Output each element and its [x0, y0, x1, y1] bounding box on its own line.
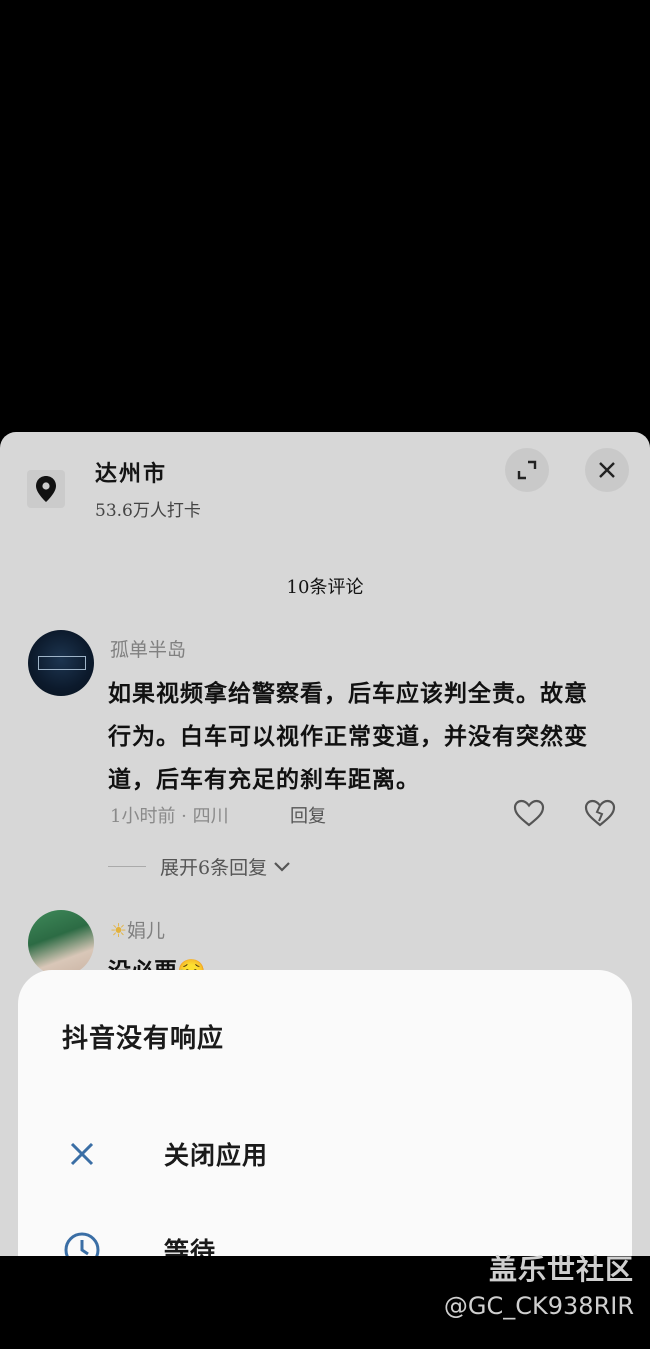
- comment-username[interactable]: ☀娟儿: [110, 916, 165, 943]
- screen: 达州市 53.6万人打卡 10条评论 孤单半岛 如果视频拿给警察看，后车应该判全…: [0, 0, 650, 1349]
- dislike-button[interactable]: [584, 798, 616, 832]
- dialog-title: 抖音没有响应: [62, 1024, 225, 1054]
- chevron-down-icon: [274, 861, 290, 872]
- like-button[interactable]: [513, 798, 545, 832]
- broken-heart-icon: [584, 799, 616, 827]
- comment-count: 10条评论: [286, 577, 364, 598]
- checkin-count: 53.6万人打卡: [95, 501, 201, 521]
- close-icon: [599, 462, 615, 478]
- comment-username[interactable]: 孤单半岛: [110, 635, 186, 662]
- app-not-responding-dialog: [18, 970, 632, 1270]
- close-x-icon: [60, 1132, 104, 1176]
- location-pin-icon: [27, 470, 65, 508]
- expand-icon: [517, 460, 537, 480]
- close-button[interactable]: [585, 448, 629, 492]
- close-app-option[interactable]: 关闭应用: [60, 1132, 268, 1176]
- watermark-title: 盖乐世社区: [488, 1253, 634, 1286]
- location-title[interactable]: 达州市: [95, 456, 167, 488]
- avatar-decoration: [38, 656, 86, 670]
- expand-replies-button[interactable]: 展开6条回复: [160, 853, 291, 880]
- comment-meta: 1小时前 · 四川: [110, 806, 229, 827]
- reply-button[interactable]: 回复: [290, 802, 326, 828]
- avatar[interactable]: [28, 630, 94, 696]
- comment-text[interactable]: 如果视频拿给警察看，后车应该判全责。故意行为。白车可以视作正常变道，并没有突然变…: [108, 672, 608, 801]
- heart-icon: [513, 799, 545, 827]
- avatar[interactable]: [28, 910, 94, 976]
- watermark-handle: @GC_CK938RIR: [443, 1292, 634, 1320]
- expand-button[interactable]: [505, 448, 549, 492]
- close-app-label: 关闭应用: [164, 1141, 269, 1170]
- sun-icon: ☀: [110, 920, 128, 942]
- expand-replies-label: 展开6条回复: [160, 857, 268, 879]
- divider: [108, 866, 146, 867]
- comment-username-text: 娟儿: [127, 920, 166, 942]
